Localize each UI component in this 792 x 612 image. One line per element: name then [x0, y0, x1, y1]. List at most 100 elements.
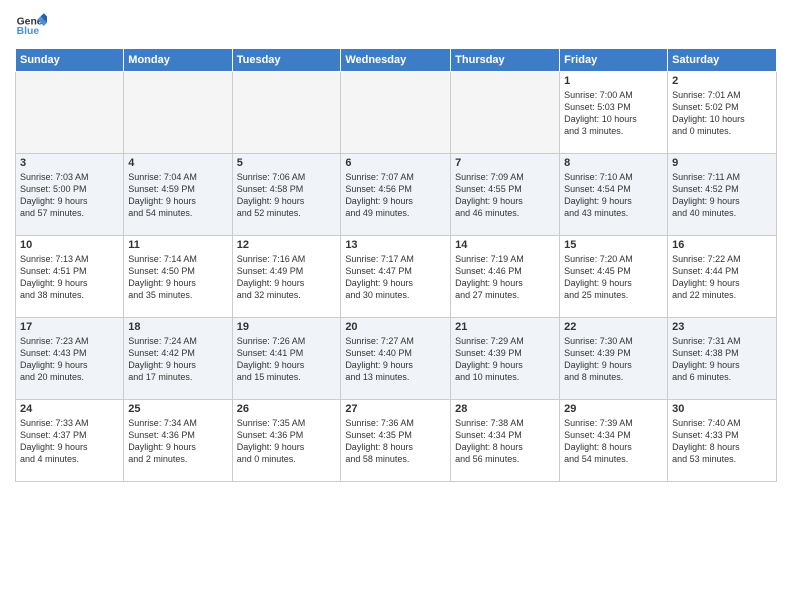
day-number: 3	[20, 157, 119, 169]
day-info: Sunrise: 7:23 AM Sunset: 4:43 PM Dayligh…	[20, 335, 119, 384]
day-number: 17	[20, 321, 119, 333]
day-number: 11	[128, 239, 227, 251]
day-info: Sunrise: 7:29 AM Sunset: 4:39 PM Dayligh…	[455, 335, 555, 384]
calendar-cell: 6 Sunrise: 7:07 AM Sunset: 4:56 PM Daylig…	[341, 154, 451, 236]
day-number: 30	[672, 403, 772, 415]
calendar-cell	[16, 72, 124, 154]
header: General Blue	[15, 10, 777, 42]
calendar-cell: 30 Sunrise: 7:40 AM Sunset: 4:33 PM Dayli…	[668, 400, 777, 482]
day-number: 4	[128, 157, 227, 169]
weekday-header: Monday	[124, 49, 232, 72]
day-number: 1	[564, 75, 663, 87]
day-info: Sunrise: 7:40 AM Sunset: 4:33 PM Dayligh…	[672, 417, 772, 466]
weekday-header: Tuesday	[232, 49, 341, 72]
day-number: 29	[564, 403, 663, 415]
calendar-cell	[124, 72, 232, 154]
calendar-week-row: 3Sunrise: 7:03 AM Sunset: 5:00 PM Daylig…	[16, 154, 777, 236]
day-number: 22	[564, 321, 663, 333]
calendar-cell: 18 Sunrise: 7:24 AM Sunset: 4:42 PM Dayli…	[124, 318, 232, 400]
day-number: 5	[237, 157, 337, 169]
day-info: Sunrise: 7:13 AM Sunset: 4:51 PM Dayligh…	[20, 253, 119, 302]
day-info: Sunrise: 7:26 AM Sunset: 4:41 PM Dayligh…	[237, 335, 337, 384]
calendar-cell: 9 Sunrise: 7:11 AM Sunset: 4:52 PM Daylig…	[668, 154, 777, 236]
day-info: Sunrise: 7:33 AM Sunset: 4:37 PM Dayligh…	[20, 417, 119, 466]
calendar-cell: 20 Sunrise: 7:27 AM Sunset: 4:40 PM Dayli…	[341, 318, 451, 400]
calendar-cell: 27Sunrise: 7:36 AM Sunset: 4:35 PM Dayli…	[341, 400, 451, 482]
calendar-table: SundayMondayTuesdayWednesdayThursdayFrid…	[15, 48, 777, 482]
day-info: Sunrise: 7:19 AM Sunset: 4:46 PM Dayligh…	[455, 253, 555, 302]
day-number: 7	[455, 157, 555, 169]
day-number: 13	[345, 239, 446, 251]
weekday-header: Friday	[560, 49, 668, 72]
day-number: 10	[20, 239, 119, 251]
calendar-cell: 4 Sunrise: 7:04 AM Sunset: 4:59 PM Daylig…	[124, 154, 232, 236]
svg-text:Blue: Blue	[17, 26, 40, 37]
calendar-cell: 3Sunrise: 7:03 AM Sunset: 5:00 PM Daylig…	[16, 154, 124, 236]
day-info: Sunrise: 7:39 AM Sunset: 4:34 PM Dayligh…	[564, 417, 663, 466]
calendar-cell: 10 Sunrise: 7:13 AM Sunset: 4:51 PM Dayli…	[16, 236, 124, 318]
day-number: 24	[20, 403, 119, 415]
day-number: 20	[345, 321, 446, 333]
calendar-cell: 14 Sunrise: 7:19 AM Sunset: 4:46 PM Dayli…	[451, 236, 560, 318]
calendar-cell: 23Sunrise: 7:31 AM Sunset: 4:38 PM Dayli…	[668, 318, 777, 400]
day-number: 2	[672, 75, 772, 87]
calendar-cell: 19Sunrise: 7:26 AM Sunset: 4:41 PM Dayli…	[232, 318, 341, 400]
day-number: 15	[564, 239, 663, 251]
calendar-cell: 8Sunrise: 7:10 AM Sunset: 4:54 PM Daylig…	[560, 154, 668, 236]
calendar-cell: 21Sunrise: 7:29 AM Sunset: 4:39 PM Dayli…	[451, 318, 560, 400]
weekday-header: Wednesday	[341, 49, 451, 72]
day-info: Sunrise: 7:04 AM Sunset: 4:59 PM Dayligh…	[128, 171, 227, 220]
day-info: Sunrise: 7:27 AM Sunset: 4:40 PM Dayligh…	[345, 335, 446, 384]
calendar-week-row: 17 Sunrise: 7:23 AM Sunset: 4:43 PM Dayli…	[16, 318, 777, 400]
calendar-week-row: 24 Sunrise: 7:33 AM Sunset: 4:37 PM Dayli…	[16, 400, 777, 482]
page-container: General Blue SundayMondayTuesdayWednesda…	[0, 0, 792, 487]
logo-icon: General Blue	[15, 10, 47, 42]
day-number: 18	[128, 321, 227, 333]
calendar-cell: 12 Sunrise: 7:16 AM Sunset: 4:49 PM Dayli…	[232, 236, 341, 318]
day-info: Sunrise: 7:10 AM Sunset: 4:54 PM Dayligh…	[564, 171, 663, 220]
day-number: 28	[455, 403, 555, 415]
day-number: 12	[237, 239, 337, 251]
calendar-header-row: SundayMondayTuesdayWednesdayThursdayFrid…	[16, 49, 777, 72]
day-number: 16	[672, 239, 772, 251]
calendar-cell: 2 Sunrise: 7:01 AM Sunset: 5:02 PM Daylig…	[668, 72, 777, 154]
calendar-cell	[341, 72, 451, 154]
weekday-header: Thursday	[451, 49, 560, 72]
day-info: Sunrise: 7:34 AM Sunset: 4:36 PM Dayligh…	[128, 417, 227, 466]
calendar-cell: 28 Sunrise: 7:38 AM Sunset: 4:34 PM Dayli…	[451, 400, 560, 482]
day-info: Sunrise: 7:01 AM Sunset: 5:02 PM Dayligh…	[672, 89, 772, 138]
day-info: Sunrise: 7:09 AM Sunset: 4:55 PM Dayligh…	[455, 171, 555, 220]
calendar-cell: 1 Sunrise: 7:00 AM Sunset: 5:03 PM Daylig…	[560, 72, 668, 154]
calendar-cell: 11Sunrise: 7:14 AM Sunset: 4:50 PM Dayli…	[124, 236, 232, 318]
day-number: 6	[345, 157, 446, 169]
weekday-header: Saturday	[668, 49, 777, 72]
calendar-cell: 17 Sunrise: 7:23 AM Sunset: 4:43 PM Dayli…	[16, 318, 124, 400]
weekday-header: Sunday	[16, 49, 124, 72]
day-info: Sunrise: 7:30 AM Sunset: 4:39 PM Dayligh…	[564, 335, 663, 384]
day-number: 23	[672, 321, 772, 333]
calendar-cell: 5 Sunrise: 7:06 AM Sunset: 4:58 PM Daylig…	[232, 154, 341, 236]
day-number: 14	[455, 239, 555, 251]
calendar-cell: 16 Sunrise: 7:22 AM Sunset: 4:44 PM Dayli…	[668, 236, 777, 318]
calendar-cell: 24 Sunrise: 7:33 AM Sunset: 4:37 PM Dayli…	[16, 400, 124, 482]
day-info: Sunrise: 7:17 AM Sunset: 4:47 PM Dayligh…	[345, 253, 446, 302]
day-info: Sunrise: 7:11 AM Sunset: 4:52 PM Dayligh…	[672, 171, 772, 220]
day-info: Sunrise: 7:00 AM Sunset: 5:03 PM Dayligh…	[564, 89, 663, 138]
calendar-cell: 13 Sunrise: 7:17 AM Sunset: 4:47 PM Dayli…	[341, 236, 451, 318]
day-info: Sunrise: 7:38 AM Sunset: 4:34 PM Dayligh…	[455, 417, 555, 466]
day-info: Sunrise: 7:35 AM Sunset: 4:36 PM Dayligh…	[237, 417, 337, 466]
calendar-cell: 7 Sunrise: 7:09 AM Sunset: 4:55 PM Daylig…	[451, 154, 560, 236]
calendar-cell: 22 Sunrise: 7:30 AM Sunset: 4:39 PM Dayli…	[560, 318, 668, 400]
calendar-cell: 15Sunrise: 7:20 AM Sunset: 4:45 PM Dayli…	[560, 236, 668, 318]
calendar-cell: 29 Sunrise: 7:39 AM Sunset: 4:34 PM Dayli…	[560, 400, 668, 482]
day-info: Sunrise: 7:22 AM Sunset: 4:44 PM Dayligh…	[672, 253, 772, 302]
calendar-week-row: 1 Sunrise: 7:00 AM Sunset: 5:03 PM Daylig…	[16, 72, 777, 154]
day-info: Sunrise: 7:16 AM Sunset: 4:49 PM Dayligh…	[237, 253, 337, 302]
calendar-cell	[451, 72, 560, 154]
day-number: 26	[237, 403, 337, 415]
day-info: Sunrise: 7:24 AM Sunset: 4:42 PM Dayligh…	[128, 335, 227, 384]
calendar-cell: 26 Sunrise: 7:35 AM Sunset: 4:36 PM Dayli…	[232, 400, 341, 482]
day-number: 9	[672, 157, 772, 169]
day-info: Sunrise: 7:06 AM Sunset: 4:58 PM Dayligh…	[237, 171, 337, 220]
day-info: Sunrise: 7:07 AM Sunset: 4:56 PM Dayligh…	[345, 171, 446, 220]
